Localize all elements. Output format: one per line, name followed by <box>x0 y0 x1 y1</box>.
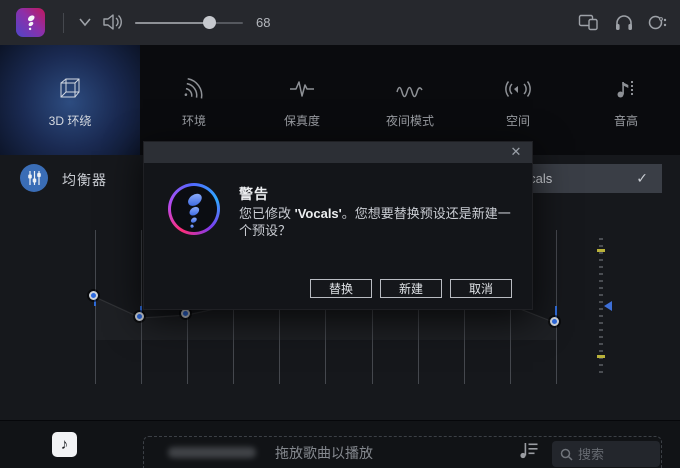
replace-button[interactable]: 替换 <box>310 279 372 298</box>
message-preset-name: 'Vocals' <box>295 206 342 221</box>
music-app-icon[interactable]: ♪ <box>52 432 77 457</box>
close-icon[interactable]: ✕ <box>508 144 524 160</box>
warning-dialog: ✕ 警告 您已修 <box>143 141 533 310</box>
search-icon <box>560 448 573 461</box>
dialog-header: ✕ <box>144 142 532 163</box>
player-bar: ♪ 拖放歌曲以播放 <box>0 420 680 468</box>
dialog-message: 您已修改 'Vocals'。您想要替换预设还是新建一个预设？ <box>239 205 519 239</box>
eq-band-handle[interactable] <box>135 312 144 321</box>
cancel-button[interactable]: 取消 <box>450 279 512 298</box>
playlist-icon[interactable] <box>519 441 539 459</box>
gain-scale-yellow-tick <box>597 355 605 358</box>
eq-band-handle[interactable] <box>89 291 98 300</box>
dialog-title: 警告 <box>239 184 269 204</box>
dialog-buttons: 替换 新建 取消 <box>310 279 512 298</box>
message-text: 您已修改 <box>239 206 295 221</box>
music-note-glyph: ♪ <box>61 436 69 453</box>
gain-scale-yellow-tick <box>597 249 605 252</box>
app-window: 68 <box>0 0 680 468</box>
gain-pointer-icon[interactable] <box>604 301 612 311</box>
eq-band-track[interactable] <box>95 230 96 384</box>
search-box[interactable] <box>552 441 660 467</box>
search-input[interactable] <box>578 447 652 462</box>
drop-hint-text: 拖放歌曲以播放 <box>275 443 373 463</box>
gain-scale-ticks <box>599 238 603 374</box>
blurred-song-label <box>168 447 256 458</box>
eq-band-handle[interactable] <box>181 309 190 318</box>
app-logo-badge <box>168 183 220 235</box>
eq-band-handle[interactable] <box>550 317 559 326</box>
create-new-button[interactable]: 新建 <box>380 279 442 298</box>
